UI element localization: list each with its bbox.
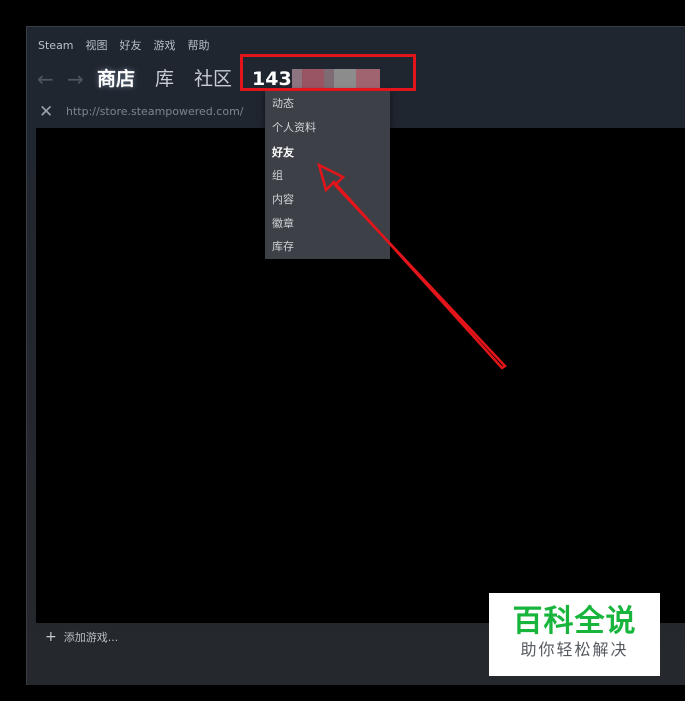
censor-block (333, 69, 356, 89)
menu-friends[interactable]: 好友 (120, 38, 142, 54)
url-text[interactable]: http://store.steampowered.com/ (66, 103, 244, 121)
censor-block (323, 69, 334, 89)
add-game-label: 添加游戏... (63, 631, 119, 644)
censor-block (291, 69, 302, 89)
plus-icon: + (45, 629, 57, 645)
censor-block (355, 69, 380, 89)
forward-button[interactable]: → (67, 64, 97, 94)
arrow-right-icon: → (67, 67, 84, 91)
menu-item-badges[interactable]: 徽章 (272, 217, 294, 231)
close-icon: ✕ (39, 102, 54, 122)
menu-steam[interactable]: Steam (38, 38, 74, 54)
url-bar: ✕ http://store.steampowered.com/ (39, 103, 244, 121)
menu-item-inventory[interactable]: 库存 (272, 240, 294, 254)
menu-games[interactable]: 游戏 (154, 38, 176, 54)
watermark-title: 百科全说 (512, 604, 637, 639)
menu-bar: Steam 视图 好友 游戏 帮助 (38, 38, 222, 54)
menu-item-profile[interactable]: 个人资料 (272, 121, 316, 135)
nav-community[interactable]: 社区 (194, 64, 232, 94)
menu-item-activity[interactable]: 动态 (272, 97, 294, 111)
stop-button[interactable]: ✕ (39, 103, 66, 121)
add-game-button[interactable]: + 添加游戏... (45, 629, 118, 645)
watermark-subtitle: 助你轻松解决 (520, 640, 629, 659)
screenshot: Steam 视图 好友 游戏 帮助 ← → 商店 库 社区 143 ✕ http… (0, 0, 685, 701)
arrow-left-icon: ← (37, 67, 54, 91)
menu-item-friends[interactable]: 好友 (272, 146, 294, 160)
nav-store[interactable]: 商店 (97, 64, 135, 94)
menu-item-groups[interactable]: 组 (272, 169, 283, 183)
censor-block (301, 69, 324, 89)
community-dropdown-menu: 动态 个人资料 好友 组 内容 徽章 库存 (265, 90, 390, 259)
back-button[interactable]: ← (37, 64, 67, 94)
nav-library[interactable]: 库 (155, 64, 174, 94)
menu-help[interactable]: 帮助 (188, 38, 210, 54)
menu-view[interactable]: 视图 (86, 38, 108, 54)
watermark-logo: 百科全说 助你轻松解决 (489, 593, 660, 676)
menu-item-content[interactable]: 内容 (272, 193, 294, 207)
